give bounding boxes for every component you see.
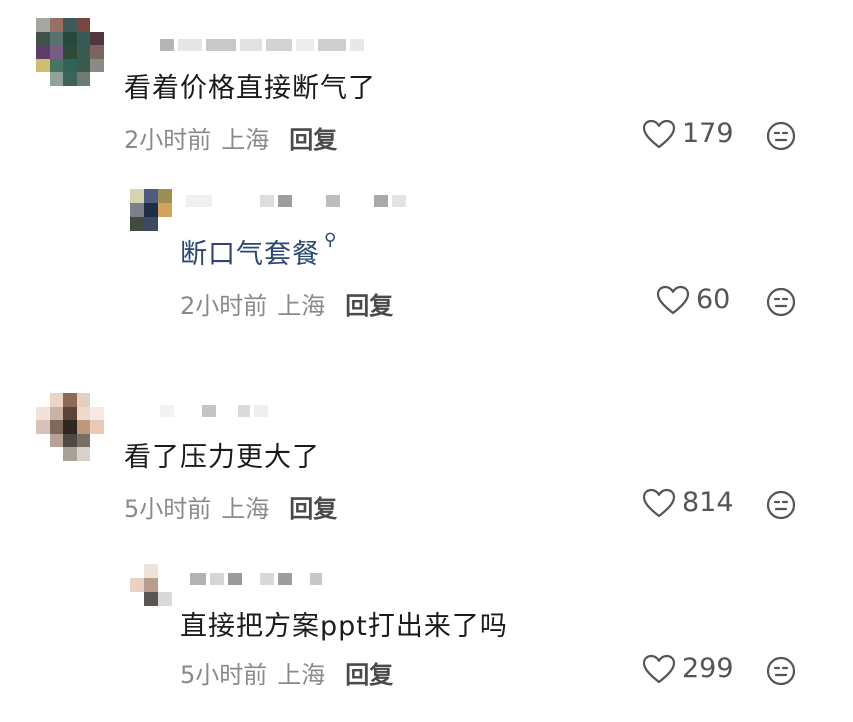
like-count: 60 (696, 284, 731, 315)
like-count: 179 (682, 118, 734, 149)
comment-time: 2小时前 (180, 292, 268, 320)
avatar[interactable] (36, 18, 104, 86)
username-blurred[interactable] (160, 36, 364, 54)
comment-location: 上海 (277, 661, 326, 689)
heart-outline-icon (656, 285, 690, 314)
comment-location: 上海 (277, 292, 326, 320)
comment-meta: 5小时前 上海 回复 (124, 489, 337, 524)
username-blurred[interactable] (160, 402, 268, 420)
comment-time: 5小时前 (180, 661, 268, 689)
avatar[interactable] (130, 564, 172, 606)
comment-location: 上海 (221, 495, 270, 523)
comment-meta: 5小时前 上海 回复 (180, 655, 393, 690)
reply-button[interactable]: 回复 (289, 495, 337, 523)
comment-text: 看了压力更大了 (124, 442, 320, 473)
avatar[interactable] (36, 393, 104, 461)
like-button[interactable]: 299 (642, 653, 734, 684)
like-count: 814 (682, 487, 734, 518)
reply-button[interactable]: 回复 (289, 126, 337, 154)
comment-location: 上海 (221, 126, 270, 154)
username-blurred[interactable] (186, 192, 406, 210)
comment-text: 看着价格直接断气了 (124, 73, 376, 104)
heart-outline-icon (642, 654, 676, 683)
comment-text: 直接把方案ppt打出来了吗 (180, 611, 508, 642)
face-neutral-icon[interactable] (766, 287, 796, 317)
like-button[interactable]: 60 (656, 284, 730, 315)
comment-text: 断口气套餐 ⚲ (180, 230, 337, 271)
comment-meta: 2小时前 上海 回复 (180, 286, 393, 321)
like-button[interactable]: 179 (642, 118, 734, 149)
heart-outline-icon (642, 488, 676, 517)
username-blurred[interactable] (190, 570, 322, 588)
comment-time: 5小时前 (124, 495, 212, 523)
reply-button[interactable]: 回复 (345, 292, 393, 320)
comment-time: 2小时前 (124, 126, 212, 154)
face-neutral-icon[interactable] (766, 121, 796, 151)
like-count: 299 (682, 653, 734, 684)
like-button[interactable]: 814 (642, 487, 734, 518)
face-neutral-icon[interactable] (766, 656, 796, 686)
face-neutral-icon[interactable] (766, 490, 796, 520)
comment-meta: 2小时前 上海 回复 (124, 120, 337, 155)
heart-outline-icon (642, 119, 676, 148)
search-hint-icon[interactable]: ⚲ (324, 230, 337, 250)
reply-button[interactable]: 回复 (345, 661, 393, 689)
reply-text: 断口气套餐 (180, 239, 320, 270)
avatar[interactable] (130, 189, 172, 231)
